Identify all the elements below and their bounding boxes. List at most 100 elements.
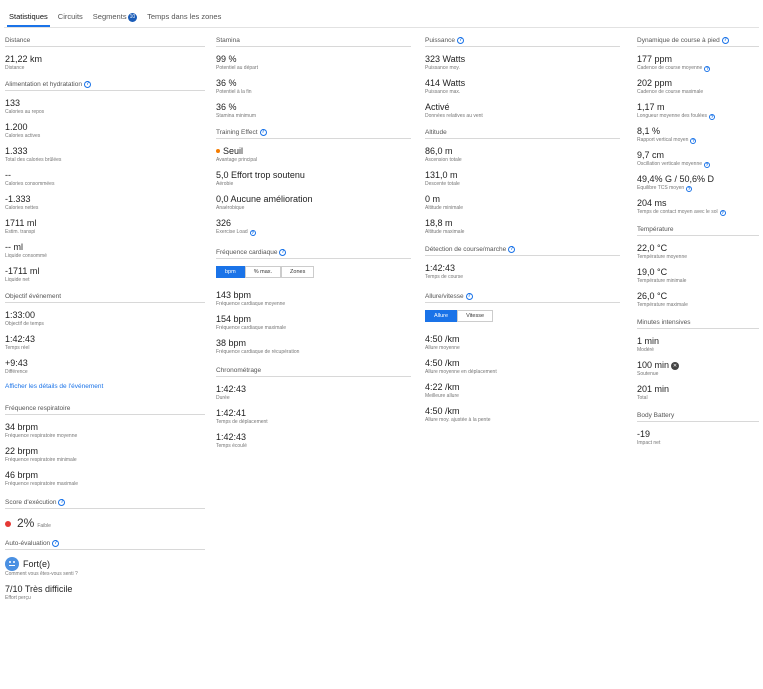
stat-value: 8,1 % <box>637 126 661 136</box>
help-icon[interactable]: ? <box>704 161 711 168</box>
stat-label: Descente totale <box>425 181 460 187</box>
help-icon[interactable]: ? <box>686 185 693 192</box>
tab-bar: Statistiques Circuits Segments 10 Temps d… <box>4 10 226 28</box>
stat: 5,0 Effort trop soutenu Aérobie <box>216 170 411 188</box>
stat-value: 19,0 °C <box>637 267 668 277</box>
stat-label: Fréquence respiratoire maximale <box>5 481 79 487</box>
distance-section: Distance 21,22 km Distance <box>5 37 205 72</box>
help-icon[interactable]: ? <box>508 246 516 253</box>
stat-label: Données relatives au vent <box>425 113 483 119</box>
help-icon[interactable]: ? <box>58 499 66 506</box>
help-icon[interactable]: ? <box>279 249 287 256</box>
stat: Seuil Avantage principal <box>216 146 411 164</box>
stat-value: 326 <box>216 218 232 228</box>
stat: 326 Exercise Load? <box>216 218 411 236</box>
stat-value: 414 Watts <box>425 78 466 88</box>
stat-value: 133 <box>5 98 21 108</box>
toggle-zones[interactable]: Zones <box>281 266 315 278</box>
pace-speed-section: Allure/vitesse? Allure Vitesse 4:50 /km A… <box>425 293 620 424</box>
toggle-percent-max[interactable]: % max. <box>244 266 282 278</box>
help-icon[interactable]: ? <box>249 229 256 236</box>
tab-circuits[interactable]: Circuits <box>53 10 88 28</box>
stat-label-text: Equilibre TCS moyen <box>637 185 685 191</box>
stat: 19,0 °C Température minimale <box>637 267 759 285</box>
stat-value: 100 min ✕ <box>637 360 759 371</box>
toggle-speed[interactable]: Vitesse <box>457 310 493 322</box>
help-icon[interactable]: ? <box>721 37 729 44</box>
stat-value: 34 brpm <box>5 422 39 432</box>
stat: 36 % Potentiel à la fin <box>216 78 411 96</box>
stat: 4:22 /km Meilleure allure <box>425 382 620 400</box>
stat-value: -1711 ml <box>5 266 40 276</box>
stat-value: 5,0 Effort trop soutenu <box>216 170 305 180</box>
section-title-text: Dynamique de course à pied <box>637 37 720 44</box>
stat-value: 1:42:43 <box>216 384 247 394</box>
stat-label: Anaérobique <box>216 205 245 211</box>
help-icon[interactable]: ? <box>709 113 716 120</box>
execution-score: 2% Faible <box>5 516 205 530</box>
help-icon[interactable]: ? <box>690 137 697 144</box>
help-icon[interactable]: ? <box>704 65 711 72</box>
stat-label: Impact net <box>637 440 661 446</box>
stat: 1:42:43 Durée <box>216 384 411 402</box>
stat-label: Fréquence respiratoire moyenne <box>5 433 78 439</box>
stat-label: Différence <box>5 369 28 375</box>
section-title: Dynamique de course à pied? <box>637 37 759 47</box>
stat: 99 % Potentiel au départ <box>216 54 411 72</box>
section-title-text: Fréquence cardiaque <box>216 249 278 256</box>
toggle-bpm[interactable]: bpm <box>216 266 245 278</box>
stat-label: Temps réel <box>5 345 30 351</box>
help-icon[interactable]: ? <box>259 129 267 136</box>
stat-value: 22 brpm <box>5 446 39 456</box>
section-title-text: Température <box>637 226 674 233</box>
section-title: Fréquence respiratoire <box>5 405 205 415</box>
respiration-section: Fréquence respiratoire 34 brpm Fréquence … <box>5 405 205 488</box>
tab-temps-zones[interactable]: Temps dans les zones <box>142 10 226 28</box>
help-icon[interactable]: ? <box>465 293 473 300</box>
help-icon[interactable]: ? <box>457 37 464 44</box>
stat-label: Exercise Load? <box>216 229 411 236</box>
stat: 34 brpm Fréquence respiratoire moyenne <box>5 422 205 440</box>
help-icon[interactable]: ? <box>52 540 60 547</box>
stat: 46 brpm Fréquence respiratoire maximale <box>5 470 205 488</box>
section-title-text: Chronométrage <box>216 367 262 374</box>
stat-value: 4:22 /km <box>425 382 460 392</box>
stat-value: -- <box>5 170 11 180</box>
tab-label: Circuits <box>57 12 83 21</box>
stat-label: Rapport vertical moyen? <box>637 137 759 144</box>
heart-rate-section: Fréquence cardiaque? bpm % max. Zones 14… <box>216 249 411 356</box>
stat: 1,17 m Longueur moyenne des foulées? <box>637 102 759 120</box>
stat-label: Meilleure allure <box>425 393 459 399</box>
stat-label-text: Longueur moyenne des foulées <box>637 113 708 119</box>
section-title: Distance <box>5 37 205 47</box>
stat-value: Seuil <box>216 146 411 157</box>
help-icon[interactable]: ? <box>83 81 91 88</box>
tab-label: Temps dans les zones <box>147 12 222 21</box>
stat-label: Température minimale <box>637 278 687 284</box>
toggle-pace[interactable]: Allure <box>425 310 458 322</box>
stat-value: 177 ppm <box>637 54 673 64</box>
execution-score-section: Score d'exécution? 2% Faible <box>5 499 205 530</box>
stat: 8,1 % Rapport vertical moyen? <box>637 126 759 144</box>
stat: 21,22 km Distance <box>5 54 205 72</box>
column-3: Puissance? 323 Watts Puissance moy. 414 W… <box>425 37 620 430</box>
stat: 22 brpm Fréquence respiratoire minimale <box>5 446 205 464</box>
stat-value: 201 min <box>637 384 670 394</box>
section-title-text: Fréquence respiratoire <box>5 405 71 412</box>
stat: 323 Watts Puissance moy. <box>425 54 620 72</box>
stat-value: 1 min <box>637 336 660 346</box>
stat: 1:33:00 Objectif de temps <box>5 310 205 328</box>
tab-statistiques[interactable]: Statistiques <box>4 10 53 28</box>
stat-value: 1:33:00 <box>5 310 36 320</box>
smiley-face-icon <box>5 557 19 571</box>
section-title: Altitude <box>425 129 620 139</box>
help-icon[interactable]: ? <box>719 209 726 216</box>
stat: 414 Watts Puissance max. <box>425 78 620 96</box>
tab-segments[interactable]: Segments 10 <box>88 10 142 28</box>
stat-value-text: 100 min <box>637 360 670 370</box>
column-4: Dynamique de course à pied? 177 ppm Caden… <box>637 37 759 453</box>
stat-label-text: Distance <box>5 65 25 71</box>
stat-label: Distance <box>5 65 205 72</box>
event-details-link[interactable]: Afficher les détails de l'événement <box>5 383 205 390</box>
section-title-text: Auto-évaluation <box>5 540 51 547</box>
